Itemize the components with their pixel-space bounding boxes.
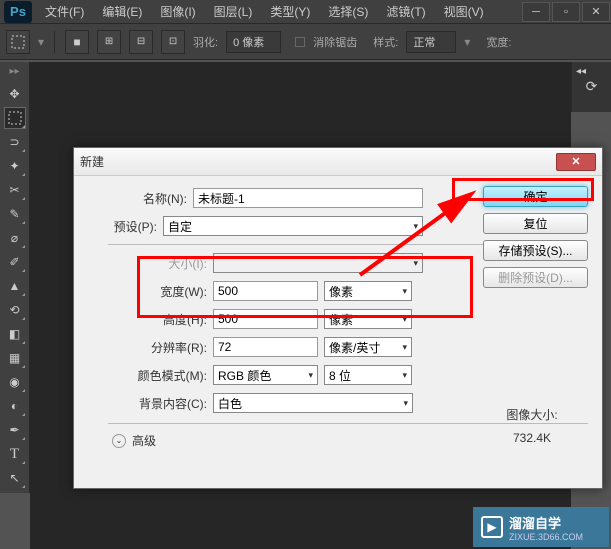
width-label: 宽度(W): bbox=[88, 283, 213, 300]
menu-layer[interactable]: 图层(L) bbox=[205, 0, 262, 24]
toolbar: ▸▸ ✥ ⊃ ✦ ✂ ✎ ⌀ ✐ ▲ ⟲ ◧ ▦ ◉ ◐ ✒ T ↖ bbox=[0, 62, 30, 493]
ok-button[interactable]: 确定 bbox=[483, 186, 588, 207]
menu-file[interactable]: 文件(F) bbox=[36, 0, 93, 24]
name-label: 名称(N): bbox=[88, 190, 193, 207]
menu-image[interactable]: 图像(I) bbox=[151, 0, 204, 24]
right-panel: ◂◂ ⟳ bbox=[571, 62, 611, 112]
delete-preset-button: 删除预设(D)... bbox=[483, 267, 588, 288]
name-input[interactable] bbox=[193, 188, 423, 208]
image-size-info: 图像大小: 732.4K bbox=[482, 406, 582, 445]
menu-bar: Ps 文件(F) 编辑(E) 图像(I) 图层(L) 类型(Y) 选择(S) 滤… bbox=[0, 0, 611, 24]
toolbar-collapse[interactable]: ▸▸ bbox=[9, 66, 19, 77]
dialog-close-button[interactable]: ✕ bbox=[556, 153, 596, 171]
preset-label: 预设(P): bbox=[88, 218, 163, 235]
panel-expand-icon[interactable]: ◂◂ bbox=[576, 66, 586, 77]
save-preset-button[interactable]: 存储预设(S)... bbox=[483, 240, 588, 261]
dialog-buttons: 确定 复位 存储预设(S)... 删除预设(D)... bbox=[483, 186, 588, 294]
options-bar: ▾ ■ ⊞ ⊟ ⊡ 羽化: 0 像素 消除锯齿 样式: 正常 ▾ 宽度: bbox=[0, 24, 611, 60]
resolution-unit-select[interactable]: 像素/英寸 bbox=[324, 337, 412, 357]
new-selection-icon[interactable]: ■ bbox=[65, 30, 89, 54]
size-select bbox=[213, 253, 423, 273]
feather-label: 羽化: bbox=[193, 34, 218, 50]
menu-type[interactable]: 类型(Y) bbox=[261, 0, 319, 24]
color-mode-select[interactable]: RGB 颜色 bbox=[213, 365, 318, 385]
width-input[interactable] bbox=[213, 281, 318, 301]
new-document-dialog: 新建 ✕ 名称(N): 预设(P): 自定 大小(I): 宽度(W): 像素 高… bbox=[73, 147, 603, 489]
window-controls: ─ ▫ ✕ bbox=[521, 1, 611, 23]
style-dropdown[interactable]: 正常 bbox=[406, 31, 456, 53]
intersect-selection-icon[interactable]: ⊡ bbox=[161, 30, 185, 54]
size-label: 大小(I): bbox=[88, 255, 213, 272]
background-select[interactable]: 白色 bbox=[213, 393, 413, 413]
height-unit-select[interactable]: 像素 bbox=[324, 309, 412, 329]
style-label: 样式: bbox=[373, 34, 398, 50]
height-input[interactable] bbox=[213, 309, 318, 329]
move-tool[interactable]: ✥ bbox=[4, 83, 26, 105]
tool-preset-icon[interactable] bbox=[6, 30, 30, 54]
menu-view[interactable]: 视图(V) bbox=[435, 0, 493, 24]
play-icon: ▶ bbox=[481, 516, 503, 538]
background-label: 背景内容(C): bbox=[88, 395, 213, 412]
watermark: ▶ 溜溜自学 ZIXUE.3D66.COM bbox=[473, 507, 609, 547]
add-selection-icon[interactable]: ⊞ bbox=[97, 30, 121, 54]
bit-depth-select[interactable]: 8 位 bbox=[324, 365, 412, 385]
minimize-button[interactable]: ─ bbox=[522, 2, 550, 22]
dialog-titlebar[interactable]: 新建 ✕ bbox=[74, 148, 602, 176]
maximize-button[interactable]: ▫ bbox=[552, 2, 580, 22]
subtract-selection-icon[interactable]: ⊟ bbox=[129, 30, 153, 54]
antialias-label: 消除锯齿 bbox=[313, 34, 357, 50]
feather-value[interactable]: 0 像素 bbox=[226, 31, 281, 53]
chevron-down-icon: ⌄ bbox=[112, 434, 126, 448]
antialias-checkbox[interactable] bbox=[295, 37, 305, 47]
menu-select[interactable]: 选择(S) bbox=[319, 0, 377, 24]
preset-select[interactable]: 自定 bbox=[163, 216, 423, 236]
resolution-input[interactable] bbox=[213, 337, 318, 357]
reset-button[interactable]: 复位 bbox=[483, 213, 588, 234]
width-unit-select[interactable]: 像素 bbox=[324, 281, 412, 301]
width-label: 宽度: bbox=[486, 34, 511, 50]
menu-filter[interactable]: 滤镜(T) bbox=[377, 0, 434, 24]
close-button[interactable]: ✕ bbox=[582, 2, 610, 22]
ps-logo: Ps bbox=[4, 1, 32, 23]
height-label: 高度(H): bbox=[88, 311, 213, 328]
color-mode-label: 颜色模式(M): bbox=[88, 367, 213, 384]
menu-edit[interactable]: 编辑(E) bbox=[93, 0, 151, 24]
dialog-title-text: 新建 bbox=[80, 153, 104, 170]
resolution-label: 分辨率(R): bbox=[88, 339, 213, 356]
